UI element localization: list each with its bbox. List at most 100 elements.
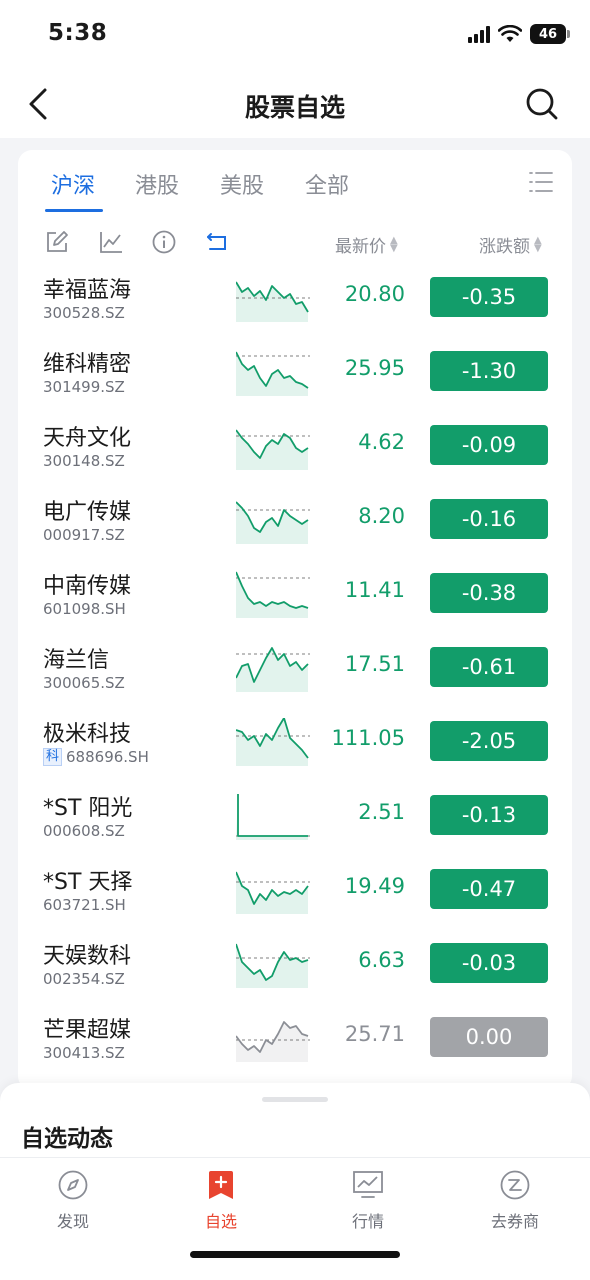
stock-price: 2.51 bbox=[358, 800, 405, 824]
stock-row[interactable]: 电广传媒 000917.SZ 8.20 -0.16 bbox=[18, 488, 572, 562]
stock-row[interactable]: 天舟文化 300148.SZ 4.62 -0.09 bbox=[18, 414, 572, 488]
stock-price: 20.80 bbox=[344, 282, 405, 306]
stock-change[interactable]: -0.38 bbox=[430, 573, 548, 613]
stock-name: 幸福蓝海 bbox=[43, 278, 132, 303]
return-arrow-icon bbox=[207, 233, 226, 250]
stock-price: 19.49 bbox=[344, 874, 405, 898]
stock-code-wrap: 601098.SH bbox=[43, 600, 126, 618]
stock-row[interactable]: 海兰信 300065.SZ 17.51 -0.61 bbox=[18, 636, 572, 710]
stock-row[interactable]: 维科精密 301499.SZ 25.95 -1.30 bbox=[18, 340, 572, 414]
tab-all[interactable]: 全部 bbox=[305, 168, 349, 200]
stock-price: 4.62 bbox=[358, 430, 405, 454]
stock-price: 17.51 bbox=[344, 652, 405, 676]
list-menu-icon[interactable] bbox=[528, 170, 554, 194]
stock-code: 300148.SZ bbox=[43, 452, 125, 470]
stock-code-wrap: 科 688696.SH bbox=[43, 748, 149, 766]
sparkline bbox=[236, 571, 310, 618]
stock-price: 6.63 bbox=[358, 948, 405, 972]
stock-code: 000608.SZ bbox=[43, 822, 125, 840]
stock-row[interactable]: *ST 阳光 000608.SZ 2.51 -0.13 bbox=[18, 784, 572, 858]
stock-code-wrap: 000608.SZ bbox=[43, 822, 125, 840]
tab-hk[interactable]: 港股 bbox=[135, 168, 179, 200]
stock-price: 8.20 bbox=[358, 504, 405, 528]
signal-icon bbox=[468, 25, 490, 43]
tab-discover-label: 发现 bbox=[56, 1212, 89, 1231]
tab-market[interactable]: 行情 bbox=[313, 1168, 423, 1232]
sparkline bbox=[236, 351, 310, 396]
stock-name: 天舟文化 bbox=[43, 426, 132, 451]
stock-row[interactable]: *ST 天择 603721.SH 19.49 -0.47 bbox=[18, 858, 572, 932]
stock-code: 002354.SZ bbox=[43, 970, 125, 988]
stock-code-wrap: 300065.SZ bbox=[43, 674, 125, 692]
compass-icon bbox=[58, 1170, 88, 1200]
tab-us[interactable]: 美股 bbox=[220, 168, 264, 200]
tab-broker-label: 去券商 bbox=[490, 1212, 539, 1231]
stock-code-wrap: 300148.SZ bbox=[43, 452, 125, 470]
stock-change[interactable]: -1.30 bbox=[430, 351, 548, 391]
stock-change[interactable]: -0.13 bbox=[430, 795, 548, 835]
sparkline bbox=[236, 943, 310, 988]
info-button[interactable] bbox=[150, 228, 178, 256]
search-icon bbox=[526, 88, 558, 120]
sparkline bbox=[236, 794, 310, 840]
stock-row[interactable]: 中南传媒 601098.SH 11.41 -0.38 bbox=[18, 562, 572, 636]
stock-code: 601098.SH bbox=[43, 600, 126, 618]
stock-change[interactable]: -0.09 bbox=[430, 425, 548, 465]
market-tabs: 沪深 港股 美股 全部 bbox=[18, 150, 572, 214]
sparkline bbox=[236, 1021, 310, 1062]
stock-code: 688696.SH bbox=[66, 748, 149, 766]
stock-change[interactable]: -2.05 bbox=[430, 721, 548, 761]
stock-code-wrap: 300528.SZ bbox=[43, 304, 125, 322]
stock-row[interactable]: 极米科技 科 688696.SH 111.05 -2.05 bbox=[18, 710, 572, 784]
stock-row[interactable]: 幸福蓝海 300528.SZ 20.80 -0.35 bbox=[18, 266, 572, 340]
tab-broker[interactable]: 去券商 bbox=[460, 1168, 570, 1232]
stock-price: 25.95 bbox=[344, 356, 405, 380]
stock-name: 中南传媒 bbox=[43, 574, 132, 599]
watchlist-card: 沪深 港股 美股 全部 最新价 ▲ ▼ 涨跌额 ▲ ▼ 幸福蓝海 300528.… bbox=[18, 150, 572, 1090]
stock-code: 300065.SZ bbox=[43, 674, 125, 692]
stock-row[interactable]: 芒果超媒 300413.SZ 25.71 0.00 bbox=[18, 1006, 572, 1080]
stock-name: 维科精密 bbox=[43, 352, 132, 377]
stock-change[interactable]: -0.61 bbox=[430, 647, 548, 687]
sort-icon: ▲ ▼ bbox=[534, 234, 542, 254]
stock-change[interactable]: -0.16 bbox=[430, 499, 548, 539]
page-title: 股票自选 bbox=[244, 93, 345, 122]
edit-button[interactable] bbox=[43, 228, 71, 256]
sparkline bbox=[236, 501, 310, 544]
tab-discover[interactable]: 发现 bbox=[18, 1168, 128, 1232]
tab-hushen[interactable]: 沪深 bbox=[51, 168, 95, 200]
sync-button[interactable] bbox=[203, 228, 231, 256]
tab-watchlist[interactable]: 自选 bbox=[166, 1168, 276, 1232]
stock-code-wrap: 002354.SZ bbox=[43, 970, 125, 988]
stock-name: *ST 阳光 bbox=[43, 796, 133, 821]
sheet-title[interactable]: 自选动态 bbox=[21, 1119, 113, 1153]
stock-change[interactable]: -0.03 bbox=[430, 943, 548, 983]
stock-name: *ST 天择 bbox=[43, 870, 133, 895]
sparkline bbox=[236, 871, 310, 914]
wifi-icon bbox=[498, 25, 522, 42]
stock-code: 300413.SZ bbox=[43, 1044, 125, 1062]
edit-icon bbox=[47, 231, 68, 252]
nav-bar: 股票自选 bbox=[0, 70, 590, 138]
stock-row[interactable]: 天娱数科 002354.SZ 6.63 -0.03 bbox=[18, 932, 572, 1006]
sheet-handle[interactable] bbox=[262, 1097, 328, 1102]
stock-change[interactable]: -0.47 bbox=[430, 869, 548, 909]
stock-name: 电广传媒 bbox=[43, 500, 132, 525]
tab-watchlist-label: 自选 bbox=[204, 1212, 237, 1231]
sparkline bbox=[236, 281, 310, 322]
info-icon bbox=[152, 230, 176, 254]
stock-change[interactable]: -0.35 bbox=[430, 277, 548, 317]
star-market-badge: 科 bbox=[43, 748, 63, 766]
stock-list: 幸福蓝海 300528.SZ 20.80 -0.35 维科精密 301499.S… bbox=[18, 266, 572, 1080]
stock-name: 芒果超媒 bbox=[43, 1018, 132, 1043]
chart-toggle-button[interactable] bbox=[97, 228, 125, 256]
stock-change[interactable]: 0.00 bbox=[430, 1017, 548, 1057]
search-button[interactable] bbox=[522, 84, 562, 124]
stock-price: 11.41 bbox=[344, 578, 405, 602]
price-column-header[interactable]: 最新价 ▲ ▼ bbox=[335, 232, 398, 257]
home-indicator bbox=[190, 1251, 400, 1258]
change-column-header[interactable]: 涨跌额 ▲ ▼ bbox=[479, 232, 542, 257]
stock-name: 天娱数科 bbox=[43, 944, 132, 969]
stock-code-wrap: 300413.SZ bbox=[43, 1044, 125, 1062]
stock-price: 25.71 bbox=[344, 1022, 405, 1046]
